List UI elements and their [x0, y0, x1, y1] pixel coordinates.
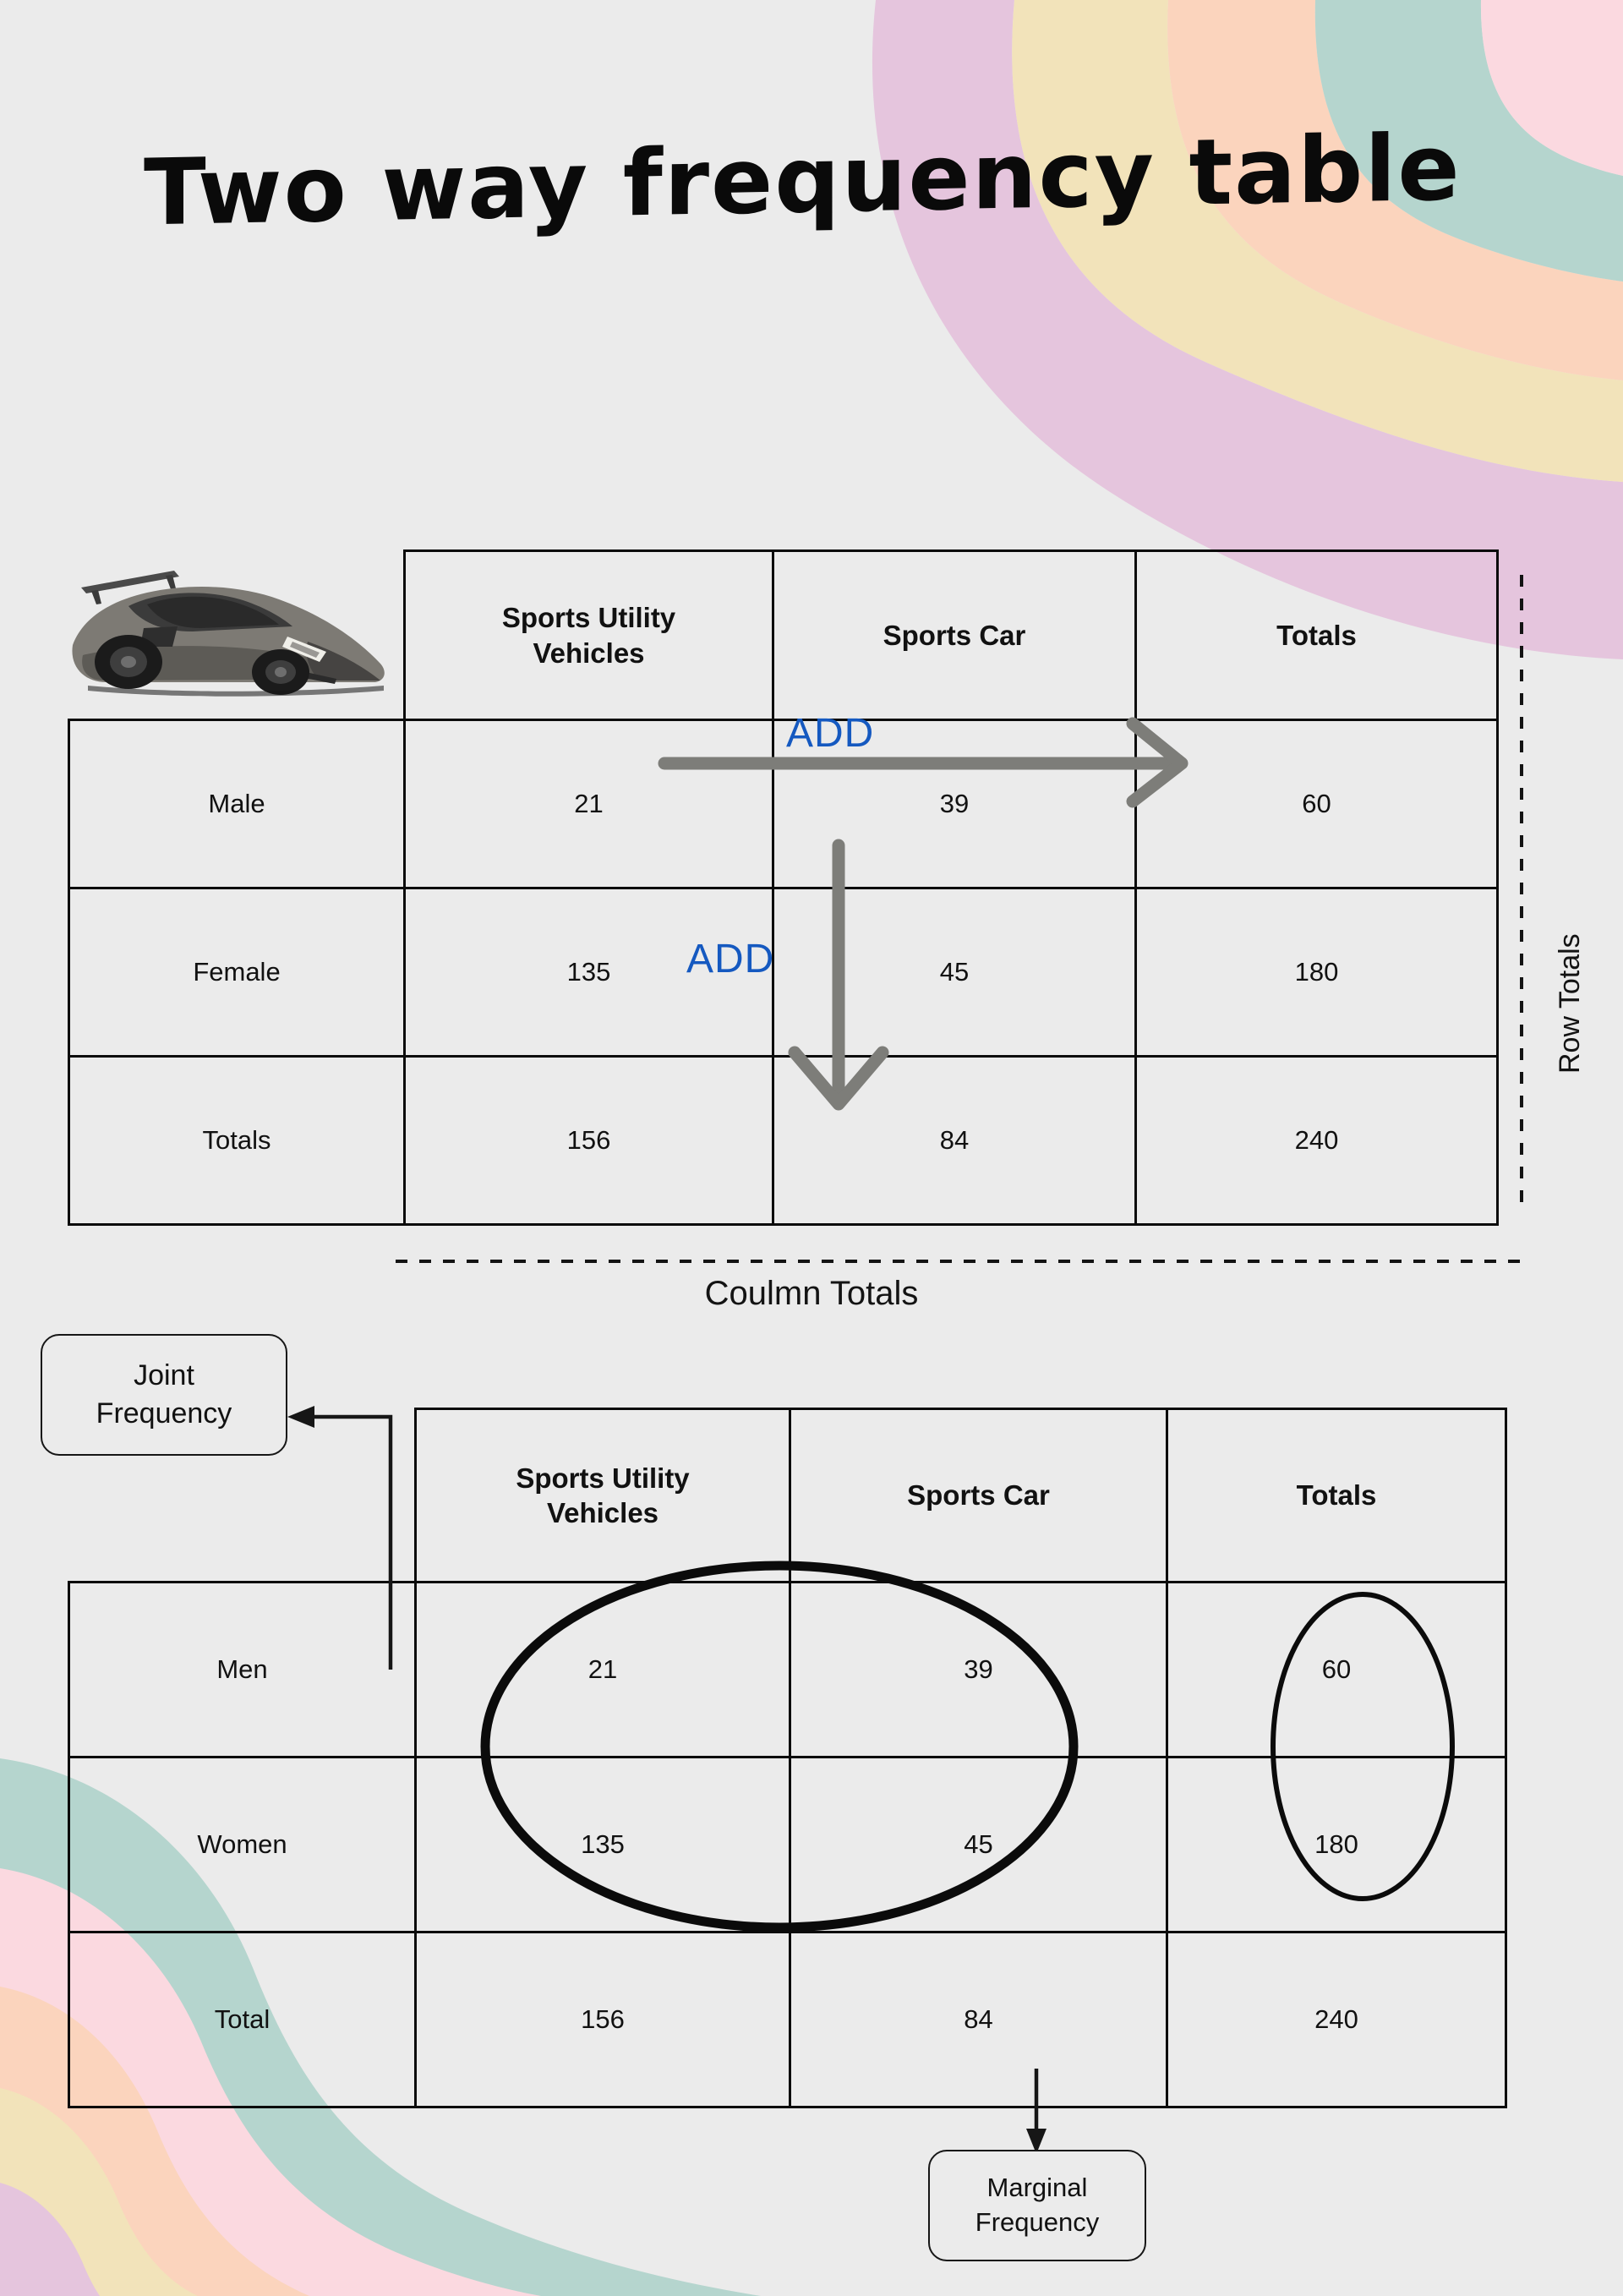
table-row: Men 21 39 60 [68, 1581, 1507, 1758]
table2-row2-total: 180 [1166, 1756, 1507, 1933]
table1-row2-car: 45 [772, 887, 1137, 1058]
marginal-frequency-line1: Marginal [986, 2173, 1088, 2203]
frequency-table-2: Sports Utility Vehicles Sports Car Total… [68, 1408, 1507, 2108]
marginal-frequency-line2: Frequency [975, 2207, 1100, 2237]
table1-header-suv: Sports Utility Vehicles [403, 549, 774, 721]
table2-row2-label: Women [68, 1756, 417, 1933]
table1-header-totals: Totals [1134, 549, 1499, 721]
table1-header-suv-line1: Sports Utility [501, 602, 676, 634]
table1-header-sports-car: Sports Car [772, 549, 1137, 721]
table1-row1-total: 60 [1134, 719, 1499, 889]
joint-frequency-line1: Joint [134, 1359, 194, 1392]
table-row: Female 135 45 180 [68, 887, 1499, 1058]
table-row: Total 156 84 240 [68, 1931, 1507, 2108]
table-row: Totals 156 84 240 [68, 1055, 1499, 1226]
table2-row2-car: 45 [789, 1756, 1168, 1933]
table1-row3-total: 240 [1134, 1055, 1499, 1226]
table1-row1-suv: 21 [403, 719, 774, 889]
joint-frequency-callout: Joint Frequency [41, 1334, 287, 1456]
table2-row1-total: 60 [1166, 1581, 1507, 1758]
table2-header-sports-car: Sports Car [789, 1408, 1168, 1583]
table1-row3-suv: 156 [403, 1055, 774, 1226]
table2-row2-suv: 135 [414, 1756, 791, 1933]
table2-header-suv: Sports Utility Vehicles [414, 1408, 791, 1583]
joint-frequency-line2: Frequency [96, 1397, 232, 1430]
column-totals-label: Coulmn Totals [704, 1275, 919, 1312]
table2-row3-total: 240 [1166, 1931, 1507, 2108]
row-totals-label: Row Totals [1554, 933, 1586, 1074]
add-label-row: ADD [786, 711, 875, 756]
table2-header-totals: Totals [1166, 1408, 1507, 1583]
table2-row1-label: Men [68, 1581, 417, 1758]
table2-row3-car: 84 [789, 1931, 1168, 2108]
table2-row1-suv: 21 [414, 1581, 791, 1758]
add-label-column: ADD [686, 937, 775, 981]
marginal-frequency-callout: Marginal Frequency [928, 2150, 1146, 2261]
table1-row2-total: 180 [1134, 887, 1499, 1058]
table1-header-suv-line2: Vehicles [533, 637, 645, 669]
table-row: Women 135 45 180 [68, 1756, 1507, 1933]
table1-row3-car: 84 [772, 1055, 1137, 1226]
page-title: Two way frequency table [144, 115, 1462, 247]
table1-row2-label: Female [68, 887, 406, 1058]
table2-row3-label: Total [68, 1931, 417, 2108]
table-row: Male 21 39 60 [68, 719, 1499, 889]
table2-row1-car: 39 [789, 1581, 1168, 1758]
table2-row3-suv: 156 [414, 1931, 791, 2108]
table2-header-suv-line2: Vehicles [546, 1497, 659, 1528]
table2-header-suv-line1: Sports Utility [516, 1462, 690, 1494]
sports-car-icon [72, 571, 385, 697]
table1-row3-label: Totals [68, 1055, 406, 1226]
table1-row1-label: Male [68, 719, 406, 889]
